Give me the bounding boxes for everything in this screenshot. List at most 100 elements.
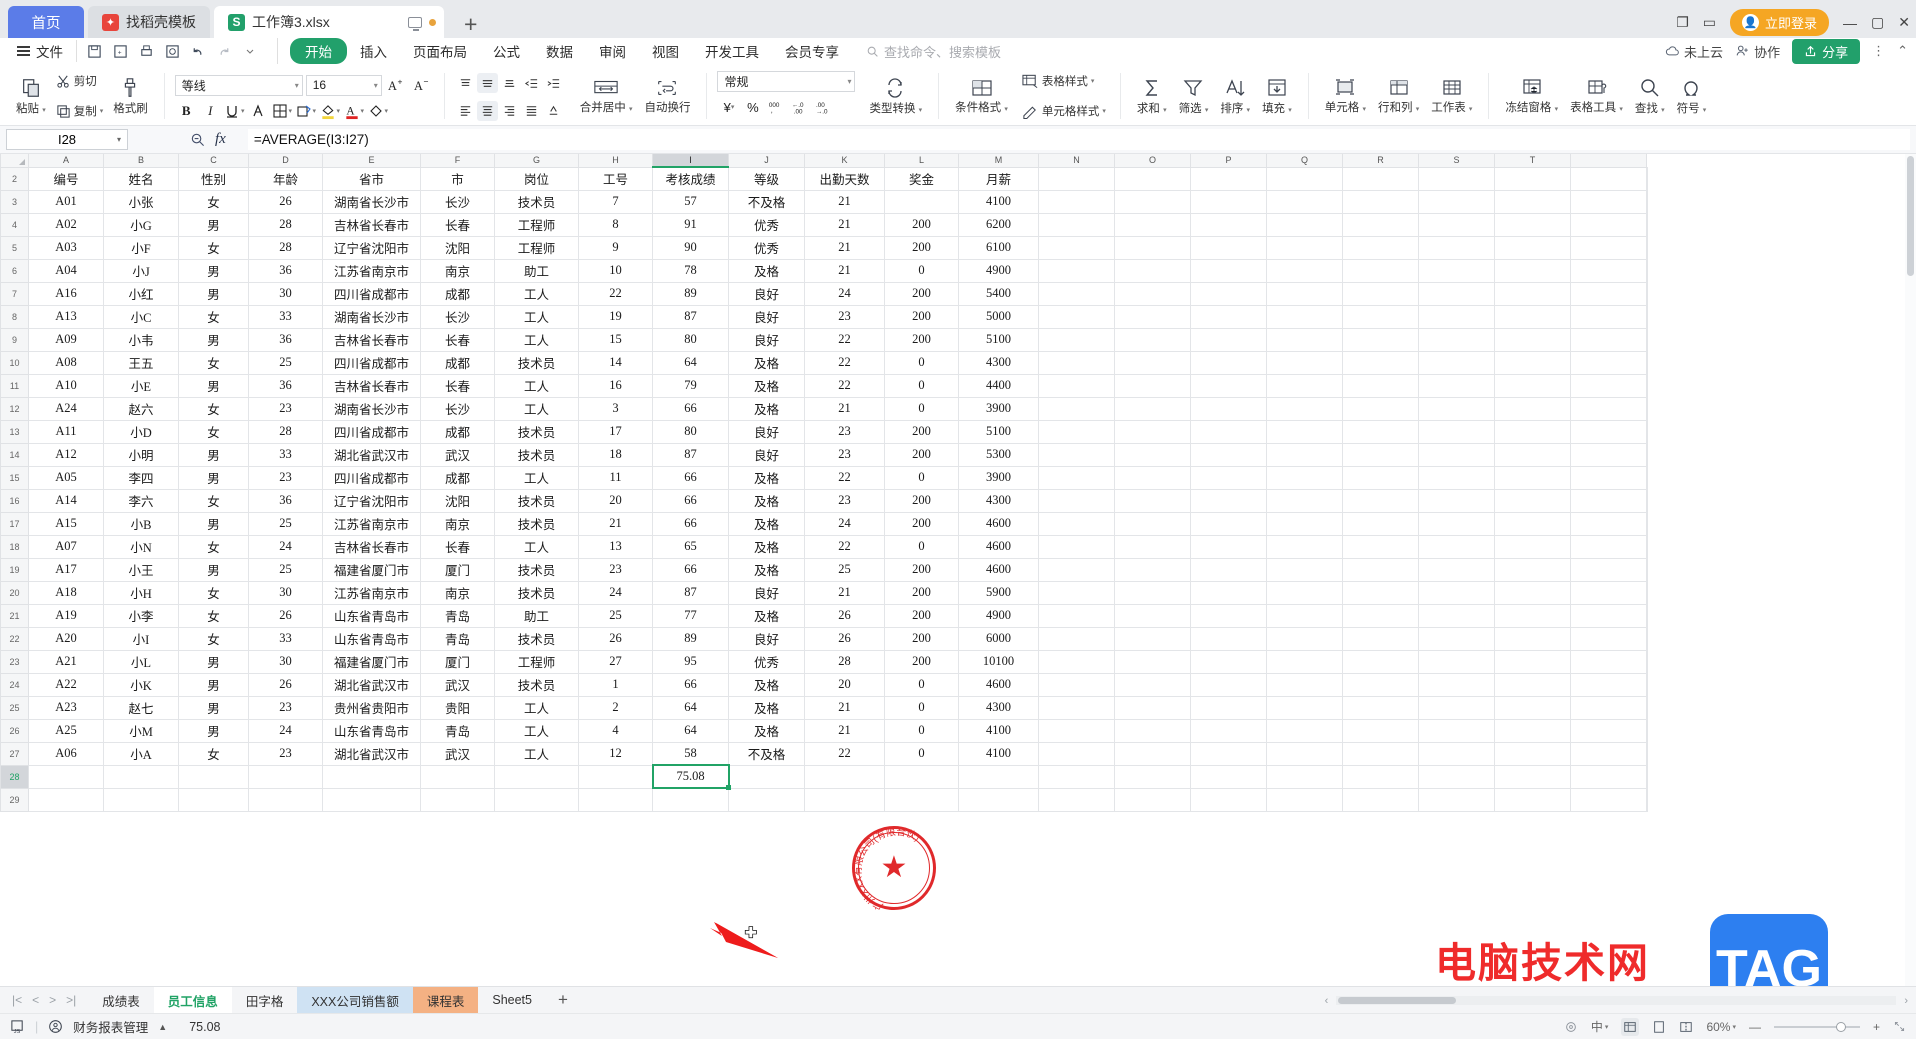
data-cell[interactable]: 8 xyxy=(578,212,653,237)
data-cell[interactable]: 青岛 xyxy=(420,626,495,651)
empty-cell[interactable] xyxy=(958,787,1039,812)
empty-cell[interactable] xyxy=(1342,603,1419,628)
empty-cell[interactable] xyxy=(1646,764,1648,789)
empty-cell[interactable] xyxy=(1190,649,1267,674)
data-cell[interactable]: 21 xyxy=(804,396,885,421)
format-painter-button[interactable]: 格式刷 xyxy=(107,67,154,125)
print-preview-icon[interactable] xyxy=(160,40,184,62)
row-header[interactable]: 2 xyxy=(0,166,29,191)
data-cell[interactable]: 女 xyxy=(178,235,249,260)
empty-cell[interactable] xyxy=(578,764,653,789)
data-cell[interactable]: 工人 xyxy=(494,741,579,766)
data-cell[interactable]: 辽宁省沈阳市 xyxy=(322,235,421,260)
empty-cell[interactable] xyxy=(178,764,249,789)
data-cell[interactable]: 66 xyxy=(652,488,729,513)
empty-cell[interactable] xyxy=(1570,373,1647,398)
data-cell[interactable]: 24 xyxy=(248,534,323,559)
sheet-tab-chengjibiao[interactable]: 成绩表 xyxy=(88,987,154,1014)
merge-center-button[interactable]: 合并居中 ▾ xyxy=(574,67,639,125)
table-row[interactable]: 2 编号 姓名 性别 年龄 省市市岗位 工号 考核成绩 等级 出勤天数 奖金 月薪 xyxy=(0,166,1648,191)
empty-cell[interactable] xyxy=(1114,741,1191,766)
empty-cell[interactable] xyxy=(1342,741,1419,766)
italic-button[interactable]: I xyxy=(199,100,222,122)
data-cell[interactable]: 33 xyxy=(248,304,323,329)
horizontal-scrollbar[interactable] xyxy=(1336,996,1897,1005)
empty-cell[interactable] xyxy=(1342,258,1419,283)
copy-button[interactable]: 复制 ▾ xyxy=(52,101,108,121)
empty-cell[interactable] xyxy=(420,787,495,812)
data-cell[interactable]: 小I xyxy=(103,626,179,651)
empty-cell[interactable] xyxy=(1494,281,1571,306)
add-sheet-button[interactable]: + xyxy=(546,990,580,1010)
data-cell[interactable]: 女 xyxy=(178,580,249,605)
data-cell[interactable]: 17 xyxy=(578,419,653,444)
empty-cell[interactable] xyxy=(1342,488,1419,513)
col-header-M[interactable]: M xyxy=(958,154,1039,168)
data-cell[interactable]: 工人 xyxy=(494,396,579,421)
data-cell[interactable]: 6100 xyxy=(958,235,1039,260)
data-cell[interactable]: 南京 xyxy=(420,511,495,536)
fx-label[interactable]: fx xyxy=(215,131,226,148)
empty-cell[interactable] xyxy=(1570,649,1647,674)
data-cell[interactable]: 赵七 xyxy=(103,695,179,720)
empty-cell[interactable] xyxy=(1114,304,1191,329)
data-cell[interactable]: 89 xyxy=(652,626,729,651)
data-cell[interactable]: 23 xyxy=(804,442,885,467)
data-cell[interactable]: 21 xyxy=(804,212,885,237)
table-row[interactable]: 27 A06 小A 女 23 湖北省武汉市 武汉 工人 12 58 不及格 22 0 4100 xyxy=(0,741,1648,766)
empty-cell[interactable] xyxy=(1114,350,1191,375)
empty-cell[interactable] xyxy=(1114,166,1191,191)
empty-cell[interactable] xyxy=(1266,488,1343,513)
pinyin-guide-button[interactable]: ▾ xyxy=(295,100,318,122)
account-label[interactable]: 财务报表管理 xyxy=(73,1017,148,1036)
table-row[interactable]: 24 A22 小K 男 26 湖北省武汉市 武汉 技术员 1 66 及格 20 0 4600 xyxy=(0,672,1648,697)
data-cell[interactable]: 3900 xyxy=(958,465,1039,490)
data-cell[interactable]: 助工 xyxy=(494,603,579,628)
data-cell[interactable]: 小F xyxy=(103,235,179,260)
empty-cell[interactable] xyxy=(1342,281,1419,306)
data-cell[interactable]: 及格 xyxy=(728,672,805,697)
data-cell[interactable]: 2 xyxy=(578,695,653,720)
fill-color-button[interactable]: ▾ xyxy=(319,100,342,122)
empty-cell[interactable] xyxy=(1646,511,1648,536)
empty-cell[interactable] xyxy=(1570,626,1647,651)
data-cell[interactable]: 江苏省南京市 xyxy=(322,580,421,605)
data-cell[interactable]: 成都 xyxy=(420,465,495,490)
empty-cell[interactable] xyxy=(1190,557,1267,582)
data-cell[interactable]: 4300 xyxy=(958,695,1039,720)
empty-cell[interactable] xyxy=(1266,442,1343,467)
data-cell[interactable]: 0 xyxy=(884,465,959,490)
data-cell[interactable]: 20 xyxy=(804,672,885,697)
empty-cell[interactable] xyxy=(1038,488,1115,513)
data-cell[interactable]: 58 xyxy=(652,741,729,766)
data-cell[interactable]: 0 xyxy=(884,695,959,720)
data-cell[interactable]: 30 xyxy=(248,649,323,674)
empty-cell[interactable] xyxy=(1266,235,1343,260)
empty-cell[interactable] xyxy=(1646,787,1648,812)
data-cell[interactable]: 26 xyxy=(248,672,323,697)
ribbon-tab-page-layout[interactable]: 页面布局 xyxy=(400,39,480,63)
ribbon-tab-review[interactable]: 审阅 xyxy=(586,39,639,63)
data-cell[interactable]: 16 xyxy=(578,373,653,398)
empty-cell[interactable] xyxy=(1342,511,1419,536)
empty-cell[interactable] xyxy=(1190,281,1267,306)
empty-cell[interactable] xyxy=(1342,373,1419,398)
row-header[interactable]: 5 xyxy=(0,235,29,260)
empty-cell[interactable] xyxy=(1190,672,1267,697)
empty-cell[interactable] xyxy=(1570,396,1647,421)
sheet-tab-tianzige[interactable]: 田字格 xyxy=(232,987,298,1014)
data-cell[interactable]: 优秀 xyxy=(728,212,805,237)
data-cell[interactable]: 5100 xyxy=(958,327,1039,352)
data-cell[interactable]: 21 xyxy=(578,511,653,536)
filter-button[interactable]: 筛选 ▾ xyxy=(1173,67,1215,125)
print-icon[interactable] xyxy=(134,40,158,62)
data-cell[interactable]: 赵六 xyxy=(103,396,179,421)
data-cell[interactable]: 良好 xyxy=(728,626,805,651)
data-cell[interactable]: 24 xyxy=(804,511,885,536)
data-cell[interactable]: 良好 xyxy=(728,327,805,352)
empty-cell[interactable] xyxy=(1494,212,1571,237)
data-cell[interactable]: 工程师 xyxy=(494,649,579,674)
empty-cell[interactable] xyxy=(1418,350,1495,375)
col-header-U[interactable] xyxy=(1570,154,1647,168)
empty-cell[interactable] xyxy=(103,787,179,812)
